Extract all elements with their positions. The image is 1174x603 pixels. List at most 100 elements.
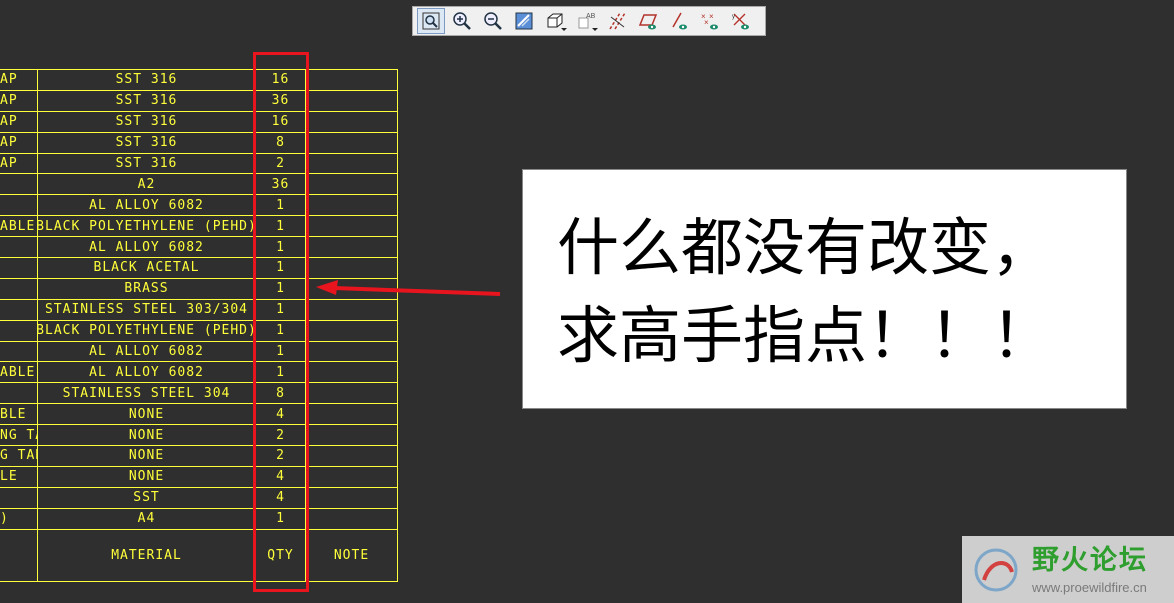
table-row: LE NONE 4: [0, 465, 398, 487]
datum-axes-button[interactable]: [603, 8, 631, 34]
display-style-button[interactable]: [541, 8, 569, 34]
note-cell: [306, 152, 398, 174]
note-cell: [306, 445, 398, 466]
note-cell: [306, 382, 398, 404]
svg-text:×: ×: [709, 12, 714, 21]
datum-planes-button[interactable]: [634, 8, 662, 34]
datum-planes-icon: [638, 14, 658, 30]
material-cell: NONE: [38, 403, 256, 425]
question-callout: 什么都没有改变， 求高手指点！！！: [522, 169, 1127, 409]
forum-url: www.proewildfire.cn: [1032, 580, 1147, 595]
annotation-display-icon: AB: [578, 13, 596, 29]
datum-axes-icon: [609, 12, 626, 30]
material-cell: BLACK POLYETHYLENE (PEHD): [38, 319, 256, 341]
note-cell: [306, 486, 398, 508]
zoom-out-button[interactable]: [479, 8, 507, 34]
table-row: AP SST 316 16: [0, 110, 398, 132]
material-cell: SST: [38, 486, 256, 508]
table-row: A2 36: [0, 173, 398, 195]
material-cell: NONE: [38, 465, 256, 487]
description-cell: AP: [0, 110, 38, 132]
material-cell: SST 316: [38, 69, 256, 90]
note-cell: [306, 89, 398, 111]
zoom-out-icon: [484, 12, 502, 30]
description-cell: AP: [0, 131, 38, 153]
description-cell: AP: [0, 69, 38, 90]
display-style-icon: [547, 13, 563, 28]
bom-header-row: MATERIAL QTY NOTE: [0, 528, 398, 582]
note-cell: [306, 507, 398, 529]
material-cell: BLACK POLYETHYLENE (PEHD): [38, 215, 256, 237]
datum-points-icon: [672, 12, 687, 30]
svg-text:y: y: [732, 14, 735, 20]
material-cell: BLACK ACETAL: [38, 257, 256, 278]
table-row: G TABLENONE2: [0, 445, 398, 466]
material-cell: NONE: [38, 424, 256, 446]
note-cell: [306, 319, 398, 341]
description-cell: ABLE: [0, 215, 38, 237]
material-cell: SST 316: [38, 131, 256, 153]
description-cell: LE: [0, 465, 38, 487]
table-row: AP SST 316 2: [0, 152, 398, 174]
repaint-button[interactable]: [510, 8, 538, 34]
description-cell: ABLE: [0, 361, 38, 383]
note-cell: [306, 69, 398, 90]
zoom-in-button[interactable]: [448, 8, 476, 34]
zoom-in-icon: [453, 12, 471, 30]
description-cell: [0, 486, 38, 508]
bom-table: AP SST 316 16 AP SST 316 36 AP SST 316 16 AP SST 3…: [0, 69, 398, 582]
annotation-display-button[interactable]: AB: [572, 8, 600, 34]
material-cell: STAINLESS STEEL 303/304: [38, 298, 256, 320]
note-cell: [306, 361, 398, 383]
table-row: SST 4: [0, 486, 398, 508]
table-row: AP SST 316 36: [0, 89, 398, 111]
description-cell: [0, 236, 38, 258]
header-cell-description: [0, 528, 38, 581]
zoom-window-button[interactable]: [417, 8, 445, 34]
description-cell: [0, 277, 38, 299]
description-cell: [0, 382, 38, 404]
description-cell: [0, 173, 38, 195]
table-row: AL ALLOY 6082 1: [0, 194, 398, 216]
description-cell: AP: [0, 152, 38, 174]
table-row: AP SST 316 16: [0, 69, 398, 90]
description-cell: [0, 194, 38, 216]
material-cell: AL ALLOY 6082: [38, 361, 256, 383]
material-cell: SST 316: [38, 89, 256, 111]
note-cell: [306, 131, 398, 153]
coordinate-systems-button[interactable]: y: [727, 8, 755, 34]
table-row: NG TABLENONE2: [0, 424, 398, 446]
coordinate-systems-icon: y: [732, 13, 749, 30]
datum-points-button[interactable]: [665, 8, 693, 34]
description-cell: G TABLE: [0, 445, 38, 466]
qty-column-highlight: [253, 52, 309, 592]
table-row: AP SST 316 8: [0, 131, 398, 153]
description-cell: [0, 319, 38, 341]
point-display-button[interactable]: × × ×: [696, 8, 724, 34]
note-cell: [306, 465, 398, 487]
material-cell: AL ALLOY 6082: [38, 194, 256, 216]
point-display-icon: × ××: [701, 12, 718, 30]
pointer-arrow: [316, 280, 501, 296]
note-cell: [306, 215, 398, 237]
svg-text:AB: AB: [586, 13, 596, 20]
callout-line-2: 求高手指点！！！: [557, 299, 1054, 372]
forum-watermark: 野火论坛 www.proewildfire.cn: [962, 536, 1174, 603]
zoom-window-icon: [422, 12, 440, 30]
material-cell: A2: [38, 173, 256, 195]
note-cell: [306, 403, 398, 425]
material-cell: A4: [38, 507, 256, 529]
description-cell: [0, 340, 38, 362]
note-cell: [306, 194, 398, 216]
callout-line-1: 什么都没有改变，: [557, 211, 1054, 284]
svg-text:×: ×: [704, 18, 709, 27]
header-material: MATERIAL: [38, 528, 256, 581]
note-cell: [306, 173, 398, 195]
description-cell: NG TABLE: [0, 424, 38, 446]
material-cell: STAINLESS STEEL 304: [38, 382, 256, 404]
note-cell: [306, 424, 398, 446]
description-cell: ): [0, 507, 38, 529]
material-cell: AL ALLOY 6082: [38, 236, 256, 258]
note-cell: [306, 340, 398, 362]
note-cell: [306, 236, 398, 258]
